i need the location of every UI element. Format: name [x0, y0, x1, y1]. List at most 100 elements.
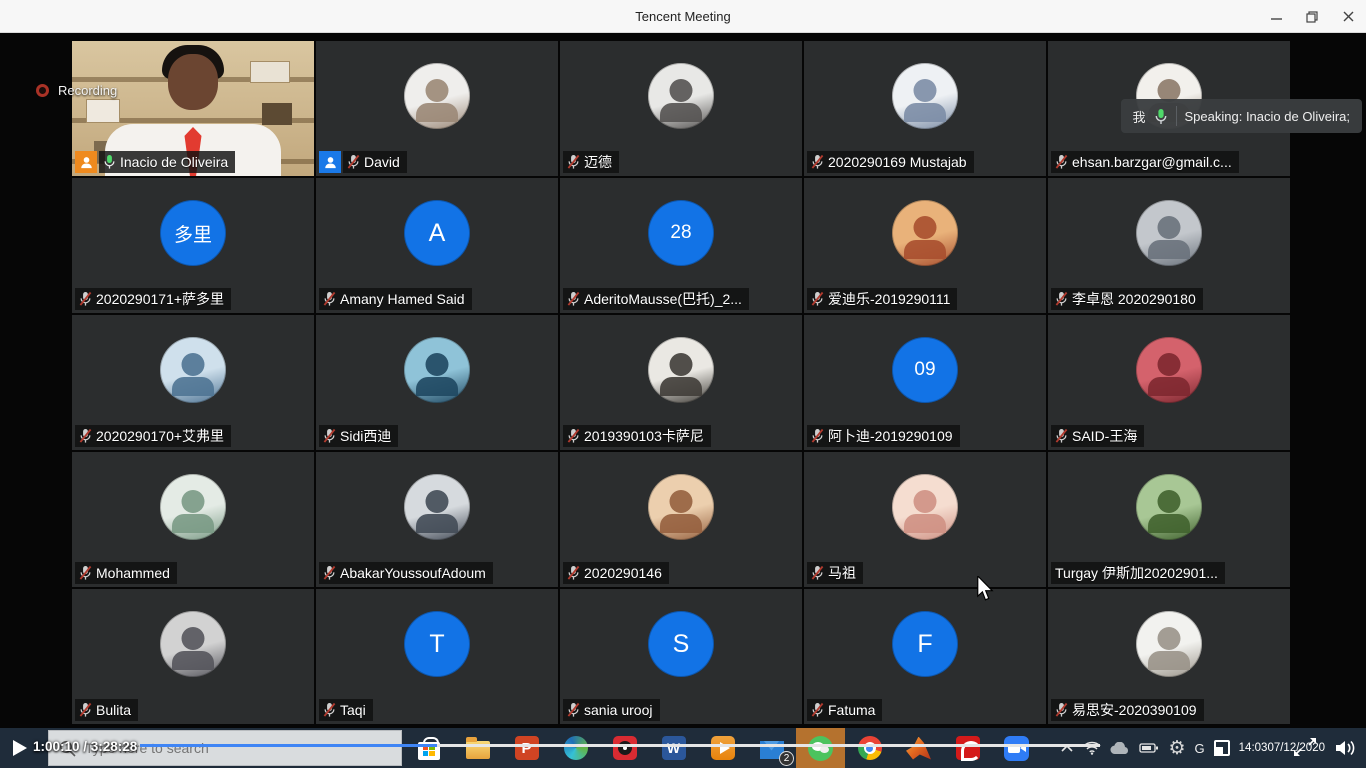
mic-muted-icon [323, 291, 336, 307]
windows-flag-icon [423, 746, 435, 756]
participant-name: 迈德 [584, 152, 612, 172]
participant-name: 爱迪乐-2019290111 [828, 289, 950, 309]
participant-label: 马祖 [807, 562, 863, 584]
participant-tile[interactable]: Bulita [72, 589, 314, 724]
recording-label: Recording [58, 83, 117, 98]
participant-tile[interactable]: David [316, 41, 558, 176]
participant-tile[interactable]: F Fatuma [804, 589, 1046, 724]
participant-name: Fatuma [828, 702, 875, 718]
participant-tile[interactable]: 易思安-2020390109 [1048, 589, 1290, 724]
participant-tile[interactable]: 爱迪乐-2019290111 [804, 178, 1046, 313]
participant-name: 2020290169 Mustajab [828, 154, 967, 170]
system-tray: ⚙ G 14:03 07/12/2020 [1060, 728, 1366, 768]
participant-tile[interactable]: Sidi西迪 [316, 315, 558, 450]
participant-name: sania urooj [584, 702, 653, 718]
me-label: 我 [1133, 107, 1146, 126]
matlab-icon[interactable] [894, 728, 943, 768]
media-player-icon[interactable] [698, 728, 747, 768]
mic-muted-icon [811, 154, 824, 170]
participant-tile[interactable]: A Amany Hamed Said [316, 178, 558, 313]
minimize-button[interactable] [1258, 0, 1294, 33]
mic-muted-icon [79, 428, 92, 444]
participant-tile[interactable]: 马祖 [804, 452, 1046, 587]
gear-icon[interactable]: ⚙ [1168, 739, 1185, 758]
avatar-photo [892, 474, 958, 540]
language-indicator[interactable]: G [1195, 741, 1205, 756]
music-app-icon[interactable] [600, 728, 649, 768]
participant-label: Turgay 伊斯加20202901... [1051, 562, 1225, 584]
mail-icon[interactable]: 2 [747, 728, 796, 768]
volume-icon[interactable] [1334, 739, 1358, 757]
participant-tile[interactable]: 09 阿卜迪-2019290109 [804, 315, 1046, 450]
player-resize-arrows-icon[interactable] [1292, 734, 1318, 765]
tencent-meeting-icon[interactable] [992, 728, 1041, 768]
mic-muted-icon [1055, 428, 1068, 444]
mouse-cursor [976, 576, 994, 602]
avatar-photo [648, 63, 714, 129]
participant-tile[interactable]: 28 AderitoMausse(巴托)_2... [560, 178, 802, 313]
mic-muted-icon [567, 702, 580, 718]
clock-time: 14:03 [1239, 741, 1268, 755]
acrobat-reader-icon[interactable] [943, 728, 992, 768]
microsoft-store-icon[interactable] [404, 728, 453, 768]
action-center-icon[interactable] [1214, 740, 1230, 756]
close-button[interactable] [1330, 0, 1366, 33]
participant-tile[interactable]: 2020290169 Mustajab [804, 41, 1046, 176]
avatar-photo [404, 63, 470, 129]
participant-tile[interactable]: 2020290170+艾弗里 [72, 315, 314, 450]
participant-tile[interactable]: 2020290146 [560, 452, 802, 587]
participant-tile[interactable]: Mohammed [72, 452, 314, 587]
participant-tile[interactable]: Turgay 伊斯加20202901... [1048, 452, 1290, 587]
chrome-icon[interactable] [845, 728, 894, 768]
participant-tile[interactable]: T Taqi [316, 589, 558, 724]
participant-name: SAID-王海 [1072, 426, 1137, 446]
mic-active-icon [1154, 108, 1168, 125]
powerpoint-icon[interactable]: P [502, 728, 551, 768]
mic-muted-icon [323, 428, 336, 444]
window-titlebar: Tencent Meeting [0, 0, 1366, 33]
self-badge-icon [75, 151, 97, 173]
participant-tile[interactable]: 多里 2020290171+萨多里 [72, 178, 314, 313]
avatar-photo [648, 337, 714, 403]
participant-tile[interactable]: 李卓恩 2020290180 [1048, 178, 1290, 313]
avatar-photo [892, 63, 958, 129]
participant-label: ehsan.barzgar@gmail.c... [1051, 151, 1239, 173]
avatar-initial: F [892, 611, 958, 677]
participant-tile[interactable]: 2019390103卡萨尼 [560, 315, 802, 450]
edge-icon[interactable] [551, 728, 600, 768]
participant-name: 2020290171+萨多里 [96, 289, 224, 309]
restore-button[interactable] [1294, 0, 1330, 33]
participant-tile[interactable]: 迈德 [560, 41, 802, 176]
cloud-icon[interactable] [1110, 742, 1130, 755]
mic-muted-icon [1055, 154, 1068, 170]
avatar-initial: 多里 [160, 200, 226, 266]
player-progress-bar[interactable] [140, 744, 1100, 747]
file-explorer-icon[interactable] [453, 728, 502, 768]
mic-muted-icon [323, 565, 336, 581]
participant-label: 2020290171+萨多里 [75, 288, 231, 310]
participant-label: 2019390103卡萨尼 [563, 425, 711, 447]
player-play-icon[interactable] [10, 738, 30, 758]
participant-label: AderitoMausse(巴托)_2... [563, 288, 749, 310]
participant-tile[interactable]: S sania urooj [560, 589, 802, 724]
participant-label: Mohammed [75, 562, 177, 584]
mic-muted-icon [811, 291, 824, 307]
mic-muted-icon [811, 428, 824, 444]
word-icon[interactable]: W [649, 728, 698, 768]
speaking-text: Speaking: Inacio de Oliveira; [1185, 109, 1350, 124]
participant-tile[interactable]: AbakarYoussoufAdoum [316, 452, 558, 587]
avatar-initial: 09 [892, 337, 958, 403]
participant-name: Bulita [96, 702, 131, 718]
participant-tile[interactable]: SAID-王海 [1048, 315, 1290, 450]
participant-name: 马祖 [828, 563, 856, 583]
participant-tile[interactable]: Inacio de Oliveira [72, 41, 314, 176]
avatar-initial: S [648, 611, 714, 677]
avatar-photo [892, 200, 958, 266]
participant-label: Sidi西迪 [319, 425, 398, 447]
restore-icon [1306, 11, 1318, 23]
battery-icon[interactable] [1139, 742, 1159, 754]
player-time: 1:00:10 / 3:28:28 [33, 739, 137, 754]
participant-label: 2020290170+艾弗里 [75, 425, 231, 447]
wechat-icon[interactable] [796, 728, 845, 768]
avatar-photo [404, 474, 470, 540]
